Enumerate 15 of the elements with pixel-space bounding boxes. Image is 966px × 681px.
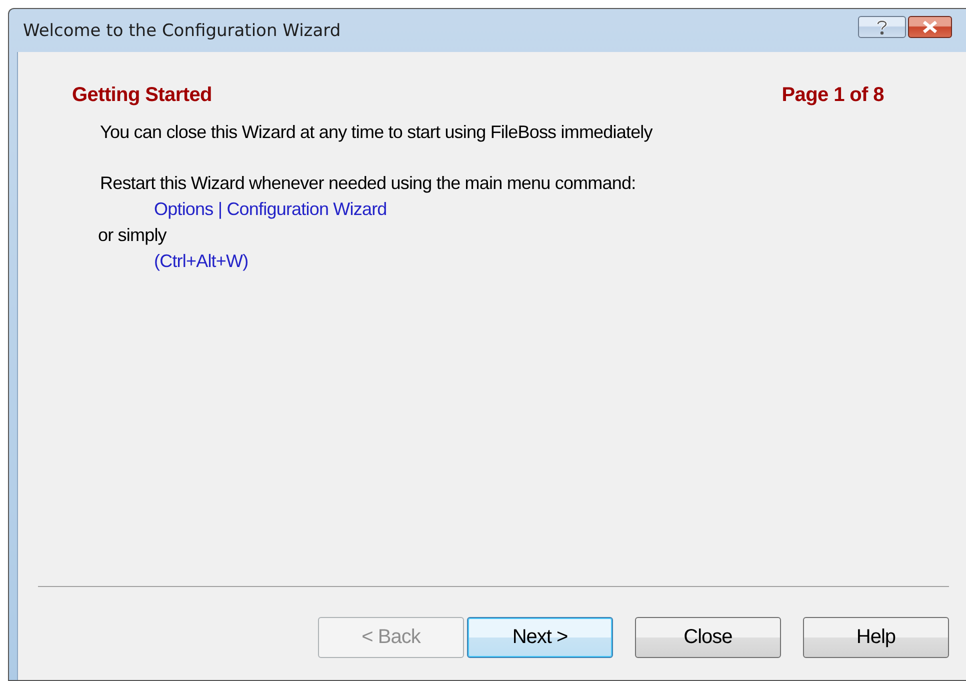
page-heading: Getting Started	[72, 84, 212, 107]
dialog-button[interactable]: Help	[803, 617, 949, 658]
page-indicator: Page 1 of 8	[782, 84, 884, 107]
close-icon	[922, 21, 938, 33]
instruction-text: Restart this Wizard whenever needed using the main menu command:	[100, 172, 637, 195]
window-title: Welcome to the Configuration Wizard	[23, 20, 341, 40]
help-button[interactable]	[858, 16, 906, 38]
dialog-button[interactable]: Close	[635, 617, 781, 658]
command-text: (Ctrl+Alt+W)	[153, 250, 250, 273]
instruction-text: or simply	[98, 224, 168, 247]
command-text: Options | Configuration Wizard	[153, 198, 388, 221]
instruction-text: You can close this Wizard at any time to start using FileBoss immediately	[100, 121, 654, 144]
question-mark-icon	[875, 19, 889, 35]
dialog-button[interactable]: Next >	[467, 617, 613, 658]
close-button[interactable]	[908, 16, 952, 38]
